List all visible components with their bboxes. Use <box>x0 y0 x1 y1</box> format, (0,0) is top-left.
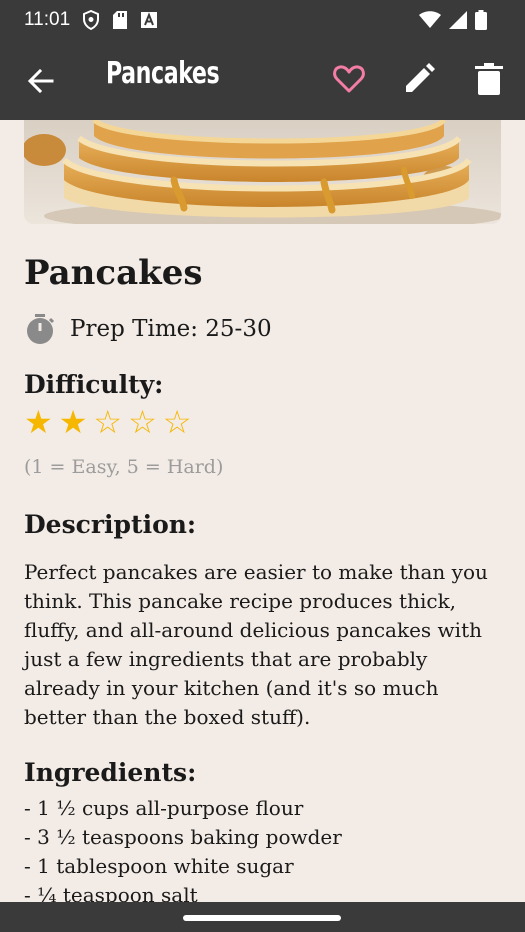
prep-time: Prep Time: 25-30 <box>70 316 272 342</box>
back-arrow-icon[interactable] <box>26 66 56 96</box>
pencil-icon[interactable] <box>402 62 436 96</box>
star-outline-icon: ☆ <box>162 403 192 441</box>
app-bar: Pancakes <box>0 40 525 120</box>
status-time: 11:01 <box>24 9 71 30</box>
home-gesture-handle[interactable] <box>183 915 341 921</box>
difficulty-stars: ★ ★ ☆ ☆ ☆ <box>24 404 191 440</box>
recipe-content: Pancakes Prep Time: 25-30 Difficulty: ★ … <box>24 250 504 907</box>
star-filled-icon: ★ <box>58 403 88 441</box>
star-filled-icon: ★ <box>24 403 53 441</box>
signal-icon <box>449 11 467 29</box>
timer-icon <box>27 314 55 344</box>
status-bar: 11:01 <box>0 0 525 40</box>
star-outline-icon: ☆ <box>93 403 123 441</box>
difficulty-heading: Difficulty: <box>24 370 164 399</box>
recipe-image <box>24 120 501 224</box>
description-heading: Description: <box>24 510 197 539</box>
ingredients-list: - 1 ½ cups all-purpose flour - 3 ½ teasp… <box>24 794 342 910</box>
ingredients-heading: Ingredients: <box>24 758 197 787</box>
pancake-stack-photo <box>24 120 501 224</box>
a-box-icon <box>141 12 157 28</box>
sd-card-icon <box>113 11 127 29</box>
trash-icon[interactable] <box>472 62 506 96</box>
navigation-bar <box>0 902 525 932</box>
ingredient-item: - 1 tablespoon white sugar <box>24 854 294 878</box>
ingredient-item: - 1 ½ cups all-purpose flour <box>24 796 304 820</box>
app-bar-title: Pancakes <box>106 56 220 91</box>
difficulty-legend: (1 = Easy, 5 = Hard) <box>24 456 224 478</box>
recipe-title: Pancakes <box>24 253 203 293</box>
prep-time-row: Prep Time: 25-30 <box>24 312 504 346</box>
wifi-icon <box>419 11 441 28</box>
ingredient-item: - 3 ½ teaspoons baking powder <box>24 825 342 849</box>
battery-icon <box>475 10 487 30</box>
description-text: Perfect pancakes are easier to make than… <box>24 560 488 729</box>
shield-icon <box>83 10 99 30</box>
star-outline-icon: ☆ <box>128 403 157 441</box>
heart-outline-icon[interactable] <box>332 62 366 96</box>
